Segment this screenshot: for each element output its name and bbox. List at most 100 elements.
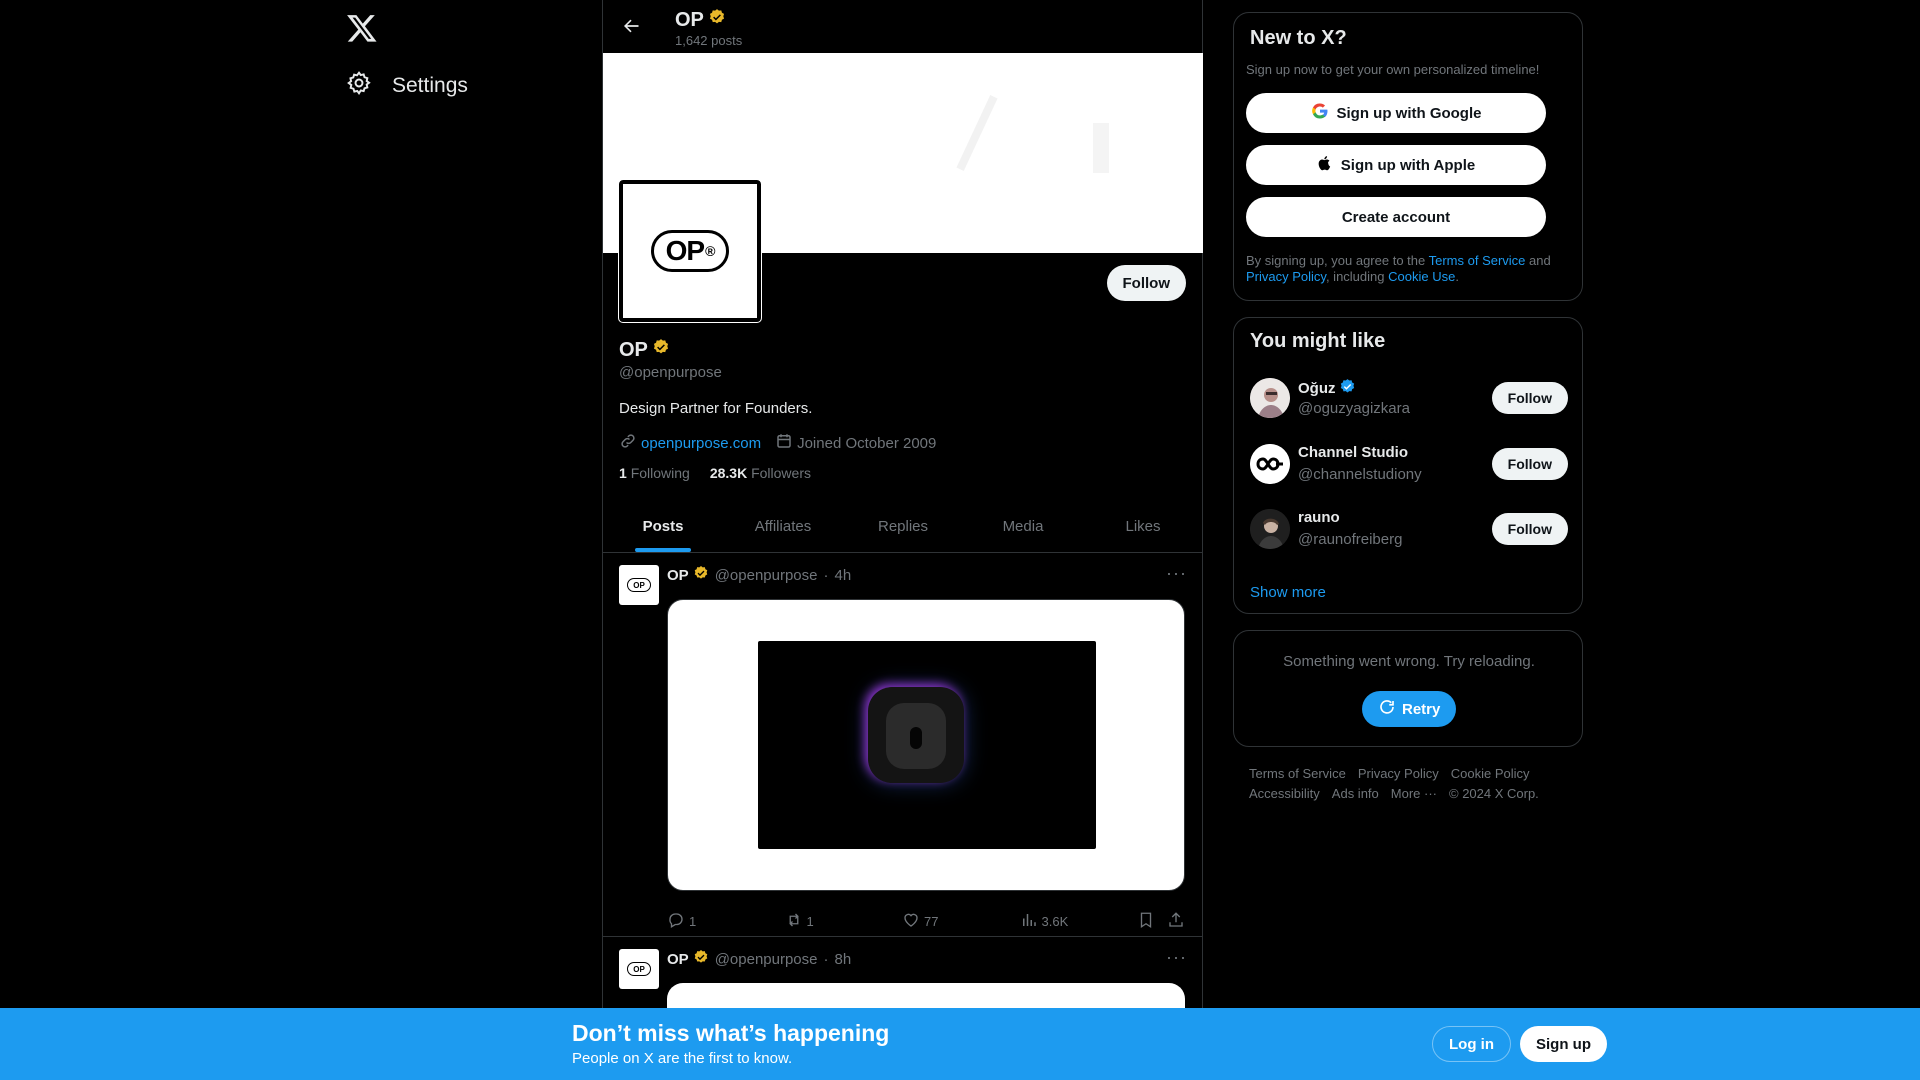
more-options-icon[interactable]: ··· bbox=[1166, 947, 1187, 968]
terms-link[interactable]: Terms of Service bbox=[1429, 253, 1526, 268]
tab-replies[interactable]: Replies bbox=[843, 500, 963, 552]
post-time[interactable]: 8h bbox=[835, 951, 852, 968]
views-icon bbox=[1020, 911, 1038, 932]
op-logo: OP bbox=[627, 962, 651, 976]
legal-including: , including bbox=[1325, 269, 1389, 284]
media-image bbox=[758, 641, 1096, 849]
follow-button[interactable]: Follow bbox=[1491, 448, 1568, 480]
footer-link-privacy[interactable]: Privacy Policy bbox=[1358, 766, 1439, 781]
post-author-handle[interactable]: @openpurpose bbox=[715, 567, 818, 584]
post-header: OP @openpurpose · 8h bbox=[667, 949, 851, 969]
verified-gold-icon[interactable] bbox=[652, 338, 670, 362]
signup-google-label: Sign up with Google bbox=[1336, 104, 1482, 122]
profile-avatar[interactable]: OP ® bbox=[618, 179, 762, 323]
signup-google-button[interactable]: Sign up with Google bbox=[1246, 93, 1546, 133]
follow-button[interactable]: Follow bbox=[1106, 265, 1186, 301]
followers-count: 28.3K bbox=[709, 465, 748, 481]
follow-button[interactable]: Follow bbox=[1491, 382, 1568, 414]
retry-button[interactable]: Retry bbox=[1362, 691, 1457, 727]
repost-action[interactable]: 1 bbox=[785, 911, 903, 932]
profile-website-link[interactable]: openpurpose.com bbox=[641, 435, 761, 452]
signup-legal-text: By signing up, you agree to the Terms of… bbox=[1246, 253, 1572, 285]
more-options-icon[interactable]: ··· bbox=[1166, 563, 1187, 584]
reply-icon bbox=[667, 911, 685, 932]
tab-media[interactable]: Media bbox=[963, 500, 1083, 552]
suggestion-name-text: Oğuz bbox=[1298, 380, 1336, 397]
cookie-link[interactable]: Cookie Use bbox=[1388, 269, 1455, 284]
media-decor bbox=[910, 727, 922, 749]
privacy-link[interactable]: Privacy Policy bbox=[1246, 269, 1326, 284]
profile-name: OP bbox=[619, 338, 670, 362]
x-logo-icon[interactable] bbox=[346, 12, 378, 44]
suggestion-name[interactable]: Oğuz bbox=[1298, 378, 1356, 399]
footer-link-cookie[interactable]: Cookie Policy bbox=[1451, 766, 1530, 781]
post-avatar[interactable]: OP bbox=[619, 949, 659, 989]
like-action[interactable]: 77 bbox=[902, 911, 1020, 932]
link-icon bbox=[619, 432, 637, 454]
login-button[interactable]: Log in bbox=[1432, 1026, 1511, 1062]
post-author-handle[interactable]: @openpurpose bbox=[715, 951, 818, 968]
following-label: Following bbox=[630, 465, 690, 481]
error-message: Something went wrong. Try reloading. bbox=[1283, 653, 1535, 670]
verified-gold-icon bbox=[693, 949, 709, 969]
suggestion-item[interactable]: rauno @raunofreiberg Follow bbox=[1250, 505, 1568, 557]
suggestion-name[interactable]: Channel Studio bbox=[1298, 444, 1408, 461]
signup-apple-button[interactable]: Sign up with Apple bbox=[1246, 145, 1546, 185]
footer-copyright: © 2024 X Corp. bbox=[1449, 786, 1539, 801]
create-account-button[interactable]: Create account bbox=[1246, 197, 1546, 237]
avatar[interactable] bbox=[1250, 509, 1290, 549]
post-time[interactable]: 4h bbox=[835, 567, 852, 584]
op-logo-text: OP bbox=[665, 235, 705, 266]
avatar[interactable] bbox=[1250, 378, 1290, 418]
footer-link-accessibility[interactable]: Accessibility bbox=[1249, 786, 1320, 801]
legal-end: . bbox=[1455, 269, 1459, 284]
header-post-count: 1,642 posts bbox=[675, 33, 743, 48]
suggestion-item[interactable]: Oğuz @oguzyagizkara Follow bbox=[1250, 374, 1568, 426]
show-more-link[interactable]: Show more bbox=[1250, 584, 1326, 601]
back-arrow-icon[interactable] bbox=[619, 14, 643, 38]
profile-stats: 1 Following 28.3K Followers bbox=[619, 465, 811, 481]
profile-meta: openpurpose.com Joined October 2009 bbox=[619, 432, 936, 454]
bottom-signup-bar: Don’t miss what’s happening People on X … bbox=[0, 1008, 1920, 1080]
bookmark-icon[interactable] bbox=[1137, 911, 1155, 932]
post-avatar[interactable]: OP bbox=[619, 565, 659, 605]
suggestion-name[interactable]: rauno bbox=[1298, 509, 1340, 526]
google-icon bbox=[1311, 102, 1329, 124]
footer-link-terms[interactable]: Terms of Service bbox=[1249, 766, 1346, 781]
post-separator: · bbox=[823, 950, 829, 968]
post-author-name[interactable]: OP bbox=[667, 567, 689, 584]
post-extra-actions bbox=[1137, 911, 1185, 932]
suggestion-handle: @raunofreiberg bbox=[1298, 531, 1403, 548]
post-header: OP @openpurpose · 4h bbox=[667, 565, 851, 585]
legal-prefix: By signing up, you agree to the bbox=[1246, 253, 1429, 268]
retry-label: Retry bbox=[1402, 700, 1441, 718]
footer-link-more[interactable]: More ··· bbox=[1391, 786, 1437, 801]
profile-header-bar: OP 1,642 posts bbox=[603, 0, 1203, 53]
signup-button[interactable]: Sign up bbox=[1520, 1026, 1607, 1062]
reply-action[interactable]: 1 bbox=[667, 911, 785, 932]
new-to-x-subtitle: Sign up now to get your own personalized… bbox=[1246, 62, 1540, 77]
verified-gold-icon bbox=[693, 565, 709, 585]
suggestion-item[interactable]: Channel Studio @channelstudiony Follow bbox=[1250, 440, 1568, 492]
followers-stat[interactable]: 28.3K Followers bbox=[710, 465, 811, 481]
footer-link-ads[interactable]: Ads info bbox=[1332, 786, 1379, 801]
tab-affiliates[interactable]: Affiliates bbox=[723, 500, 843, 552]
post-actions: 1 1 77 3.6K bbox=[667, 911, 1185, 932]
bottom-bar-title: Don’t miss what’s happening bbox=[572, 1020, 890, 1046]
following-stat[interactable]: 1 Following bbox=[619, 465, 690, 481]
tab-posts[interactable]: Posts bbox=[603, 500, 723, 552]
banner-decor bbox=[1093, 123, 1109, 173]
page-root: Settings OP 1,642 posts OP ® Follow OP @… bbox=[0, 0, 1920, 1080]
avatar[interactable] bbox=[1250, 444, 1290, 484]
nav-settings[interactable]: Settings bbox=[346, 70, 468, 101]
profile-joined: Joined October 2009 bbox=[775, 432, 936, 454]
views-action[interactable]: 3.6K bbox=[1020, 911, 1138, 932]
post-author-name[interactable]: OP bbox=[667, 951, 689, 968]
post-media[interactable] bbox=[667, 599, 1185, 891]
follow-button[interactable]: Follow bbox=[1491, 513, 1568, 545]
tab-likes[interactable]: Likes bbox=[1083, 500, 1203, 552]
profile-joined-text: Joined October 2009 bbox=[797, 434, 937, 452]
profile-bio: Design Partner for Founders. bbox=[619, 400, 813, 417]
share-icon[interactable] bbox=[1167, 911, 1185, 932]
post[interactable]: OP OP @openpurpose · 4h ··· 1 1 77 3.6K bbox=[603, 553, 1203, 937]
